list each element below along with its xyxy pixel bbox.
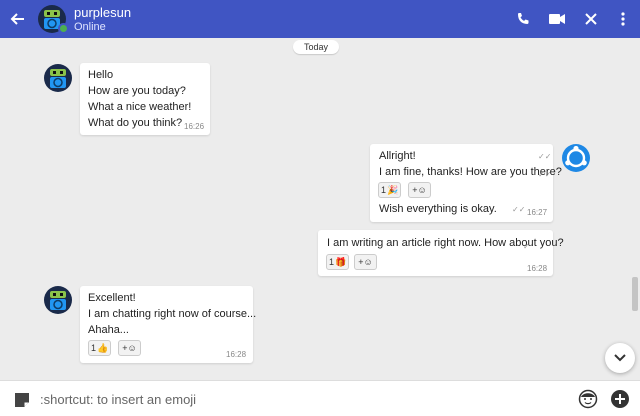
more-options-button[interactable] [608, 0, 638, 38]
reaction-count: 1 [329, 257, 335, 267]
scrollbar-track[interactable] [630, 38, 640, 380]
chat-header: purplesun Online [0, 0, 640, 38]
contact-name: purplesun [74, 5, 132, 20]
thumbs-up-icon: 👍 [97, 342, 109, 353]
message-bubble[interactable]: I am writing an article right now. How a… [318, 230, 564, 276]
read-receipt-icon: ✓✓ [538, 152, 552, 161]
message-line: What a nice weather! [88, 101, 192, 113]
read-receipt-icon: ✓✓ [512, 205, 526, 214]
sticker-icon[interactable] [12, 390, 32, 410]
message-line: I am chatting right now of course... [88, 308, 257, 320]
read-receipt-icon: ✓✓ [538, 170, 552, 179]
online-indicator [58, 23, 69, 34]
call-button[interactable] [508, 0, 538, 38]
message-composer [0, 380, 640, 416]
message-line: What do you think? [88, 117, 183, 129]
day-separator: Today [293, 40, 339, 54]
add-reaction-button[interactable]: +☺ [118, 340, 141, 356]
message-input[interactable] [40, 389, 560, 409]
message-line: Allright! [379, 150, 416, 162]
message-time: 16:27 [527, 208, 548, 217]
read-receipt-icon: ✓ [523, 242, 530, 251]
more-vertical-icon [621, 12, 625, 26]
sender-avatar[interactable] [44, 64, 72, 92]
arrow-left-icon [10, 13, 24, 25]
reaction-count: 1 [381, 185, 387, 195]
add-reaction-button[interactable]: +☺ [354, 254, 377, 270]
message-line: Excellent! [88, 292, 136, 304]
message-line: Ahaha... [88, 324, 129, 336]
message-line: I am fine, thanks! How are you there? [379, 166, 562, 178]
close-icon [585, 13, 597, 25]
sender-avatar[interactable] [44, 286, 72, 314]
video-camera-icon [549, 14, 565, 24]
close-chat-button[interactable] [576, 0, 606, 38]
add-reaction-button[interactable]: +☺ [408, 182, 431, 198]
scrollbar-thumb[interactable] [632, 277, 638, 311]
scroll-to-bottom-button[interactable] [605, 343, 635, 373]
own-avatar[interactable] [562, 144, 590, 172]
message-line: How are you today? [88, 85, 186, 97]
message-bubble[interactable]: Allright! ✓✓ I am fine, thanks! How are … [370, 144, 562, 222]
message-time: 16:28 [226, 350, 247, 359]
reaction-chip[interactable]: 1 🎁 [326, 254, 350, 270]
gift-icon: 🎁 [335, 256, 347, 267]
chevron-down-icon [614, 354, 626, 362]
reaction-chip[interactable]: 1 👍 [88, 340, 112, 356]
message-line: Wish everything is okay. [379, 203, 497, 215]
reaction-chip[interactable]: 1 🎉 [378, 182, 402, 198]
contact-status: Online [74, 21, 106, 33]
reaction-count: 1 [91, 343, 97, 353]
party-popper-icon: 🎉 [387, 184, 399, 195]
emoji-face-icon[interactable] [578, 389, 598, 409]
message-line: Hello [88, 69, 114, 81]
message-time: 16:26 [184, 122, 205, 131]
message-bubble[interactable]: Excellent! I am chatting right now of co… [80, 286, 257, 363]
back-button[interactable] [3, 0, 33, 38]
video-call-button[interactable] [542, 0, 572, 38]
message-time: 16:28 [527, 264, 548, 273]
phone-icon [518, 13, 529, 24]
plus-circle-icon[interactable] [610, 389, 630, 409]
message-bubble[interactable]: Hello How are you today? What a nice wea… [80, 63, 210, 135]
